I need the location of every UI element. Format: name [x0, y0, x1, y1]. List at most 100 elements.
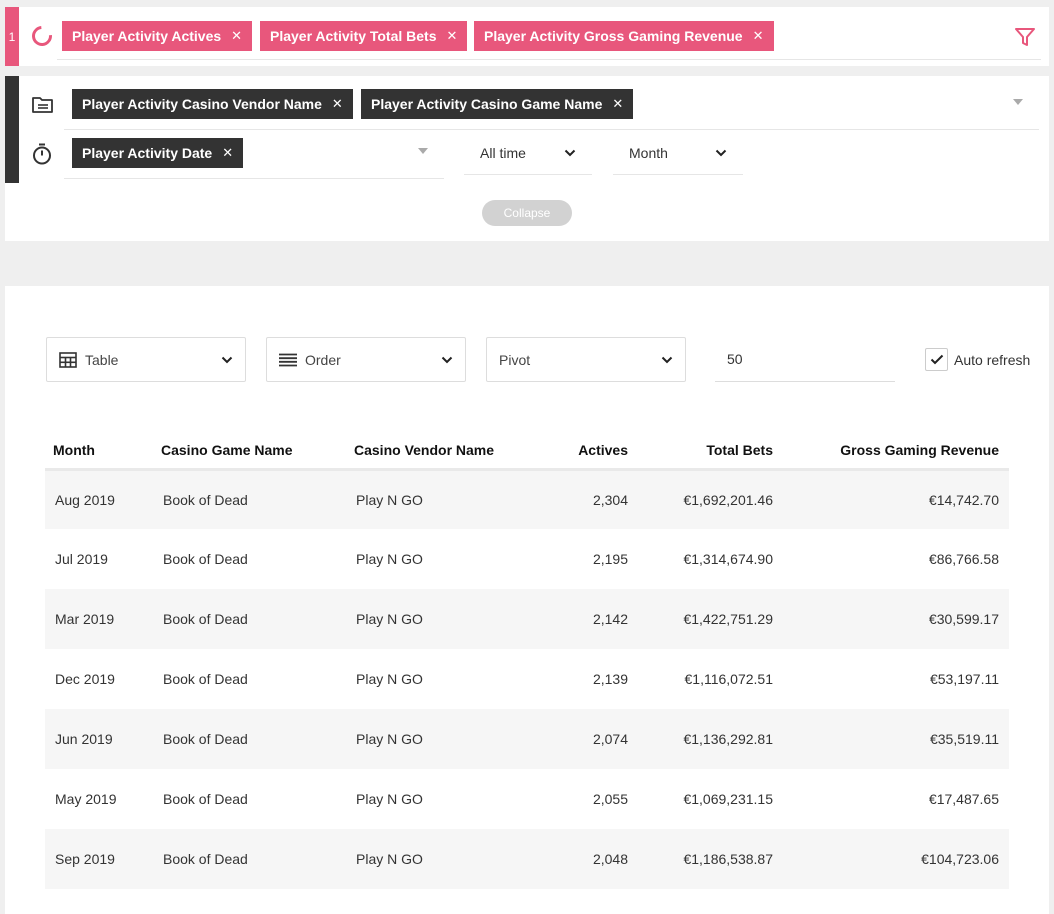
- granularity-select[interactable]: Month: [613, 131, 743, 175]
- cell-total-bets: €1,692,201.46: [638, 469, 783, 529]
- cell-game: Book of Dead: [153, 709, 346, 769]
- time-dimension-caret[interactable]: [418, 148, 428, 154]
- remove-icon[interactable]: ✕: [753, 28, 764, 44]
- table-header-row: Month Casino Game Name Casino Vendor Nam…: [45, 436, 1009, 471]
- stopwatch-icon: [33, 143, 51, 165]
- cell-actives: 2,139: [592, 671, 628, 687]
- dimensions-dropdown-caret[interactable]: [1013, 99, 1023, 105]
- view-type-label: Table: [85, 351, 119, 368]
- dimensions-accent: [5, 76, 19, 183]
- cell-vendor: Play N GO: [346, 589, 548, 649]
- table-row: Aug 2019 Book of Dead Play N GO 2,304 €1…: [45, 469, 1009, 529]
- folder-icon: [32, 97, 53, 113]
- row-limit-input[interactable]: [715, 337, 895, 382]
- cell-total-bets: €1,116,072.51: [684, 671, 774, 687]
- table-row: Jun 2019 Book of Dead Play N GO 2,074 €1…: [45, 709, 1009, 769]
- cell-ggr: €30,599.17: [783, 589, 1009, 649]
- chevron-down-icon: [715, 149, 727, 156]
- table-row: May 2019 Book of Dead Play N GO 2,055 €1…: [45, 769, 1009, 829]
- measures-bar: 1 Player Activity Actives ✕ Player Activ…: [5, 7, 1049, 66]
- collapse-button[interactable]: Collapse: [482, 200, 572, 226]
- cell-month: Jul 2019: [55, 551, 108, 567]
- chip-label: Player Activity Total Bets: [270, 28, 437, 44]
- cell-total-bets: €1,314,674.90: [683, 551, 773, 567]
- chip-label: Player Activity Actives: [72, 28, 222, 44]
- checkmark-icon: [930, 354, 943, 365]
- table-row: Jul 2019 Book of Dead Play N GO 2,195 €1…: [45, 529, 1009, 589]
- cell-vendor: Play N GO: [346, 709, 548, 769]
- query-index: 1: [5, 7, 19, 66]
- order-label: Order: [305, 351, 341, 368]
- cell-game: Book of Dead: [153, 589, 346, 649]
- dimension-chip-vendor[interactable]: Player Activity Casino Vendor Name ✕: [72, 89, 353, 119]
- date-range-select[interactable]: All time: [464, 131, 592, 175]
- remove-icon[interactable]: ✕: [222, 145, 233, 161]
- cell-ggr: €53,197.11: [929, 671, 999, 687]
- cell-month: Sep 2019: [45, 829, 153, 889]
- cell-total-bets: €1,186,538.87: [638, 829, 783, 889]
- chevron-down-icon: [661, 356, 673, 363]
- measure-chip-actives[interactable]: Player Activity Actives ✕: [62, 21, 253, 51]
- auto-refresh-toggle[interactable]: Auto refresh: [925, 348, 1030, 371]
- remove-icon[interactable]: ✕: [332, 96, 343, 112]
- cell-actives: 2,074: [548, 709, 638, 769]
- cell-month: Dec 2019: [55, 671, 115, 687]
- cell-month: Mar 2019: [45, 589, 153, 649]
- measure-chip-ggr[interactable]: Player Activity Gross Gaming Revenue ✕: [474, 21, 774, 51]
- cell-total-bets: €1,136,292.81: [638, 709, 783, 769]
- view-type-select[interactable]: Table: [46, 337, 246, 382]
- chevron-down-icon: [221, 356, 233, 363]
- cell-total-bets: €1,069,231.15: [683, 791, 773, 807]
- cell-vendor: Play N GO: [356, 671, 423, 687]
- column-header-total-bets[interactable]: Total Bets: [638, 436, 783, 471]
- cell-vendor: Play N GO: [346, 829, 548, 889]
- cell-ggr: €35,519.11: [783, 709, 1009, 769]
- cell-actives: 2,048: [548, 829, 638, 889]
- granularity-value: Month: [629, 144, 668, 161]
- cell-actives: 2,195: [592, 551, 628, 567]
- dimension-chip-game[interactable]: Player Activity Casino Game Name ✕: [361, 89, 634, 119]
- remove-icon[interactable]: ✕: [231, 28, 242, 44]
- cell-game: Book of Dead: [153, 829, 346, 889]
- column-header-ggr[interactable]: Gross Gaming Revenue: [783, 436, 1009, 471]
- remove-icon[interactable]: ✕: [447, 28, 458, 44]
- table-icon: [59, 351, 77, 368]
- dimensions-divider: [64, 129, 1039, 130]
- cell-ggr: €104,723.06: [783, 829, 1009, 889]
- cell-month: May 2019: [55, 791, 117, 807]
- order-select[interactable]: Order: [266, 337, 466, 382]
- chip-label: Player Activity Casino Vendor Name: [82, 96, 322, 112]
- table-row: Mar 2019 Book of Dead Play N GO 2,142 €1…: [45, 589, 1009, 649]
- chip-label: Player Activity Gross Gaming Revenue: [484, 28, 743, 44]
- filter-icon[interactable]: [1015, 28, 1035, 46]
- cell-month: Aug 2019: [45, 469, 153, 529]
- cell-game: Book of Dead: [163, 791, 248, 807]
- column-header-actives[interactable]: Actives: [548, 436, 638, 471]
- remove-icon[interactable]: ✕: [612, 96, 623, 112]
- pivot-select[interactable]: Pivot: [486, 337, 686, 382]
- time-dimension-chip[interactable]: Player Activity Date ✕: [72, 138, 244, 168]
- chip-label: Player Activity Date: [82, 145, 213, 161]
- auto-refresh-label: Auto refresh: [954, 351, 1031, 368]
- cell-game: Book of Dead: [153, 469, 346, 529]
- cell-actives: 2,304: [548, 469, 638, 529]
- date-range-value: All time: [480, 144, 526, 161]
- loading-ring-icon: [27, 21, 57, 51]
- cell-actives: 2,142: [548, 589, 638, 649]
- column-header-game[interactable]: Casino Game Name: [153, 436, 346, 471]
- dimensions-panel: Player Activity Casino Vendor Name ✕ Pla…: [5, 76, 1049, 241]
- cell-ggr: €86,766.58: [928, 551, 999, 567]
- auto-refresh-checkbox[interactable]: [925, 348, 948, 371]
- time-dimension-divider: [64, 178, 444, 179]
- cell-vendor: Play N GO: [346, 469, 548, 529]
- results-card: Table Order Pivot Auto refresh: [5, 286, 1049, 914]
- cell-game: Book of Dead: [163, 671, 248, 687]
- chevron-down-icon: [564, 149, 576, 156]
- column-header-vendor[interactable]: Casino Vendor Name: [346, 436, 548, 471]
- cell-ggr: €14,742.70: [783, 469, 1009, 529]
- list-icon: [279, 353, 297, 366]
- column-header-month[interactable]: Month: [45, 436, 153, 471]
- measure-chip-total-bets[interactable]: Player Activity Total Bets ✕: [260, 21, 468, 51]
- measures-divider: [57, 59, 1041, 60]
- chip-label: Player Activity Casino Game Name: [371, 96, 603, 112]
